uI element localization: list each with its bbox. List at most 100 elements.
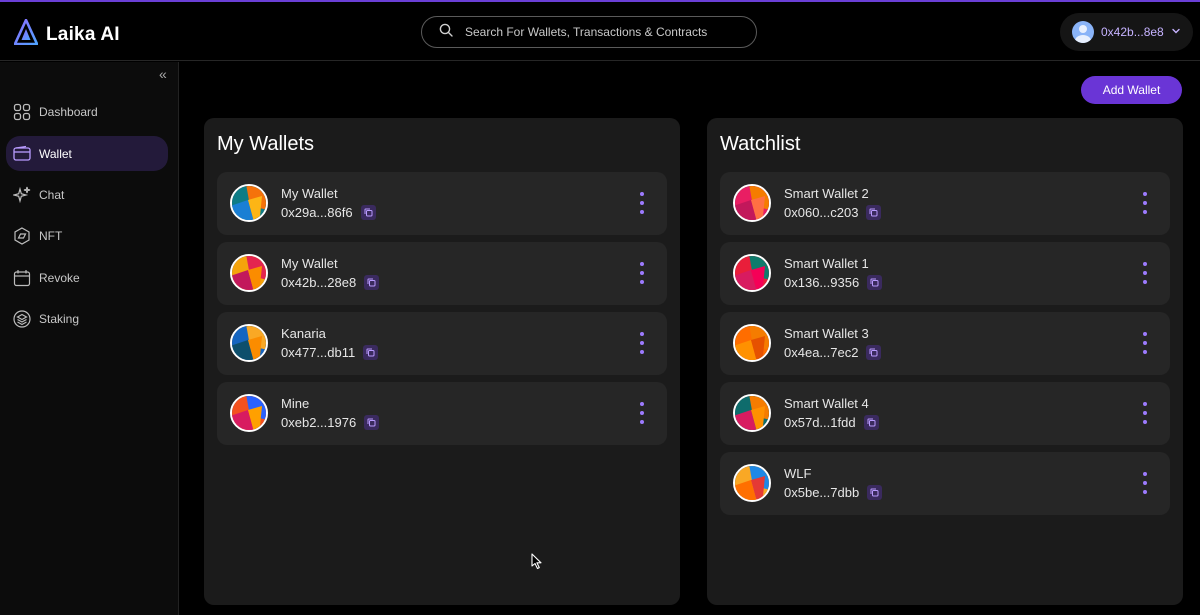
wallet-card[interactable]: Smart Wallet 2 0x060...c203 [720, 172, 1170, 235]
stack-icon [13, 309, 31, 328]
copy-icon[interactable] [866, 205, 882, 220]
sidebar-item-dashboard[interactable]: Dashboard [6, 94, 168, 129]
panel-title: Watchlist [720, 133, 801, 155]
wallet-address-row: 0x42b...28e8 [281, 275, 380, 290]
more-options-icon[interactable] [1140, 472, 1150, 494]
avatar [1072, 21, 1094, 43]
wallet-avatar [733, 394, 771, 432]
copy-icon[interactable] [364, 415, 380, 430]
wallet-avatar [230, 324, 268, 362]
dashboard-grid-icon [13, 103, 31, 121]
wallet-name: My Wallet [281, 256, 338, 271]
wallet-name: My Wallet [281, 186, 338, 201]
watchlist-panel: Watchlist Smart Wallet 2 0x060...c203 Smar… [707, 118, 1183, 605]
wallet-icon [13, 145, 31, 163]
calendar-icon [13, 269, 31, 287]
wallet-card[interactable]: Smart Wallet 1 0x136...9356 [720, 242, 1170, 305]
search-bar[interactable] [421, 16, 757, 48]
laika-logo-icon [13, 18, 39, 50]
wallet-avatar [230, 184, 268, 222]
sidebar-item-chat[interactable]: Chat [6, 177, 168, 212]
wallet-address-row: 0x060...c203 [784, 205, 882, 220]
app-name: Laika AI [46, 23, 120, 45]
wallet-address: 0x060...c203 [784, 205, 859, 220]
wallet-address: 0x29a...86f6 [281, 205, 353, 220]
sidebar-item-label: Chat [39, 187, 65, 202]
more-options-icon[interactable] [637, 262, 647, 284]
more-options-icon[interactable] [637, 192, 647, 214]
wallet-avatar [733, 324, 771, 362]
sidebar: « Dashboard Wallet Chat NFT Revoke Staki… [0, 62, 179, 615]
wallet-address-row: 0x136...9356 [784, 275, 883, 290]
wallet-avatar [230, 254, 268, 292]
sidebar-item-label: NFT [39, 228, 63, 243]
nft-icon [13, 226, 31, 245]
wallet-address-row: 0x4ea...7ec2 [784, 345, 882, 360]
sidebar-item-staking[interactable]: Staking [6, 301, 168, 336]
copy-icon[interactable] [867, 275, 883, 290]
sidebar-item-label: Dashboard [39, 104, 98, 119]
copy-icon[interactable] [360, 205, 376, 220]
wallet-name: Smart Wallet 4 [784, 396, 869, 411]
wallet-card[interactable]: Kanaria 0x477...db11 [217, 312, 667, 375]
wallet-name: Smart Wallet 1 [784, 256, 869, 271]
wallet-address: 0xeb2...1976 [281, 415, 357, 430]
wallet-address: 0x57d...1fdd [784, 415, 856, 430]
wallet-address: 0x4ea...7ec2 [784, 345, 859, 360]
copy-icon[interactable] [867, 485, 883, 500]
mouse-cursor-icon [531, 553, 543, 575]
wallet-name: Smart Wallet 3 [784, 326, 869, 341]
wallet-address-row: 0x5be...7dbb [784, 485, 883, 500]
app-logo[interactable]: Laika AI [13, 18, 120, 50]
search-input[interactable] [465, 25, 745, 39]
wallet-address-row: 0x29a...86f6 [281, 205, 376, 220]
wallet-avatar [733, 184, 771, 222]
more-options-icon[interactable] [1140, 192, 1150, 214]
sidebar-item-label: Staking [39, 311, 80, 326]
account-button[interactable]: 0x42b...8e8 [1060, 13, 1193, 51]
panel-title: My Wallets [217, 133, 315, 155]
chevron-down-icon [1171, 23, 1181, 41]
wallet-avatar [733, 464, 771, 502]
wallet-address-row: 0xeb2...1976 [281, 415, 380, 430]
wallet-address: 0x42b...28e8 [281, 275, 357, 290]
wallet-name: Kanaria [281, 326, 326, 341]
wallet-address: 0x5be...7dbb [784, 485, 860, 500]
wallet-card[interactable]: Mine 0xeb2...1976 [217, 382, 667, 445]
add-wallet-button[interactable]: Add Wallet [1081, 76, 1182, 104]
wallet-address-row: 0x477...db11 [281, 345, 379, 360]
copy-icon[interactable] [863, 415, 879, 430]
copy-icon[interactable] [363, 345, 379, 360]
wallet-address: 0x136...9356 [784, 275, 860, 290]
more-options-icon[interactable] [637, 332, 647, 354]
sidebar-item-revoke[interactable]: Revoke [6, 260, 168, 295]
collapse-sidebar-icon[interactable]: « [159, 66, 167, 82]
copy-icon[interactable] [364, 275, 380, 290]
account-address: 0x42b...8e8 [1101, 25, 1164, 39]
wallet-address-row: 0x57d...1fdd [784, 415, 879, 430]
sidebar-item-label: Wallet [39, 146, 72, 161]
wallet-card[interactable]: My Wallet 0x42b...28e8 [217, 242, 667, 305]
wallet-name: Smart Wallet 2 [784, 186, 869, 201]
wallet-name: WLF [784, 466, 812, 481]
more-options-icon[interactable] [1140, 332, 1150, 354]
wallet-avatar [733, 254, 771, 292]
wallet-card[interactable]: Smart Wallet 4 0x57d...1fdd [720, 382, 1170, 445]
wallet-card[interactable]: WLF 0x5be...7dbb [720, 452, 1170, 515]
sidebar-item-nft[interactable]: NFT [6, 218, 168, 253]
sidebar-item-label: Revoke [39, 270, 80, 285]
wallet-card[interactable]: Smart Wallet 3 0x4ea...7ec2 [720, 312, 1170, 375]
more-options-icon[interactable] [1140, 402, 1150, 424]
sparkle-icon [13, 186, 31, 204]
search-icon [439, 23, 453, 42]
copy-icon[interactable] [866, 345, 882, 360]
wallet-avatar [230, 394, 268, 432]
wallet-address: 0x477...db11 [281, 345, 356, 360]
sidebar-item-wallet[interactable]: Wallet [6, 136, 168, 171]
wallet-name: Mine [281, 396, 310, 411]
more-options-icon[interactable] [637, 402, 647, 424]
top-header: Laika AI 0x42b...8e8 [0, 2, 1200, 61]
more-options-icon[interactable] [1140, 262, 1150, 284]
my-wallets-panel: My Wallets My Wallet 0x29a...86f6 My Walle… [204, 118, 680, 605]
wallet-card[interactable]: My Wallet 0x29a...86f6 [217, 172, 667, 235]
